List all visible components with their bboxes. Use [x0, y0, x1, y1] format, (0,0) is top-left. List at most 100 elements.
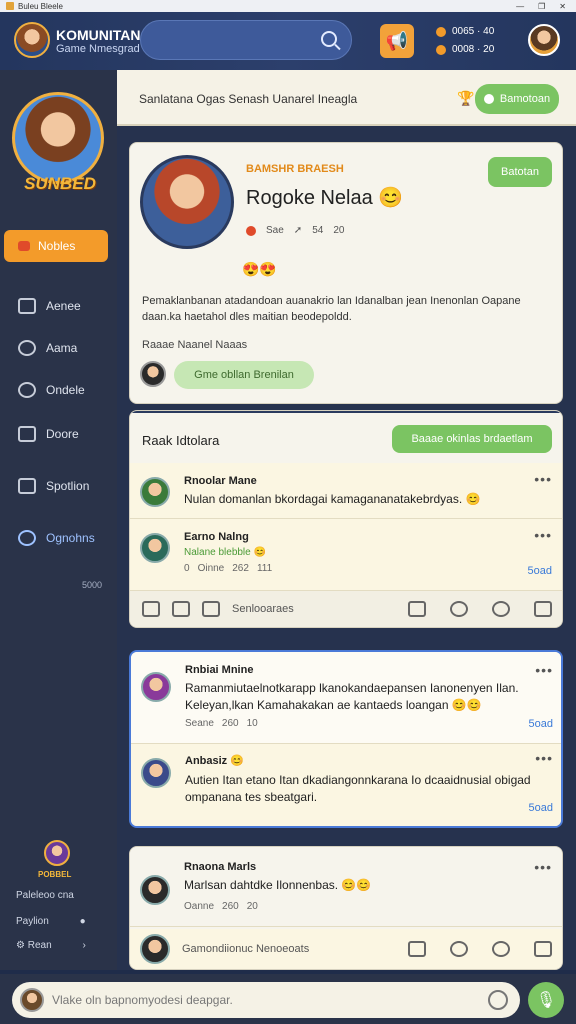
topbar: Sanlatana Ogas Senash Uanarel Ineagla 🏆 … [117, 70, 576, 126]
like-icon[interactable] [534, 601, 552, 617]
post-meta: 0 Oinne 262 111 [184, 563, 273, 574]
stat-row-2: 0008 · 20 [436, 44, 494, 55]
sidebar-item-active[interactable]: Nobles [4, 230, 108, 262]
feed-button[interactable]: Baaae okinlas brdaetlam [392, 425, 552, 453]
more-icon[interactable]: ••• [534, 859, 552, 875]
feed-card-2: Rnbiai Mnine Ramanmiutaelnotkarapp lkano… [129, 650, 563, 828]
sidebar-foot-item[interactable]: Paylion ● [16, 916, 86, 927]
chevron-right-icon: › [82, 940, 86, 951]
sidebar-item-label: Doore [46, 427, 79, 441]
app-icon [6, 2, 14, 10]
list-item[interactable]: Rnbiai Mnine Ramanmiutaelnotkarapp lkano… [131, 652, 561, 744]
user-icon [18, 340, 36, 356]
more-icon[interactable]: ••• [535, 662, 553, 678]
emoji-icon[interactable] [492, 601, 510, 617]
topbar-text: Sanlatana Ogas Senash Uanarel Ineagla [139, 92, 358, 106]
comment-input[interactable]: Gamondiionuc Nenoeoats [182, 943, 309, 955]
list-icon[interactable] [202, 601, 220, 617]
message-input[interactable]: Vlake oln bapnomyodesi deapgar. [12, 982, 520, 1018]
share-link[interactable]: 5oad [529, 718, 553, 730]
follow-button[interactable]: Batotan [488, 157, 552, 187]
sidebar-item-label: Ognohns [46, 531, 95, 545]
settings-icon [18, 530, 36, 546]
profile-bio: Pemaklanbanan atadandoan auanakrio lan I… [142, 295, 521, 323]
home-icon [18, 298, 36, 314]
list-item[interactable]: Rnoolar Mane Nulan domanlan bkordagai ka… [130, 463, 562, 519]
action-label[interactable]: Senlooaraes [232, 603, 294, 615]
search-icon[interactable] [321, 31, 337, 47]
coin-icon [436, 26, 446, 37]
like-icon[interactable] [534, 941, 552, 957]
logo-avatar[interactable] [14, 22, 50, 58]
search-input[interactable] [140, 20, 352, 60]
post-author: Anbasiz 😊 [185, 755, 244, 767]
profile-cta-button[interactable]: Gme obllan Brenilan [174, 361, 314, 389]
sidebar-avatar[interactable] [12, 92, 104, 184]
share-link[interactable]: 5oad [528, 565, 552, 577]
stat-row-1: 0065 · 40 [436, 26, 494, 37]
comment-avatar[interactable] [140, 934, 170, 964]
sidebar-foot-item[interactable]: ⚙ Rean › [16, 940, 86, 951]
status-icon [246, 225, 256, 236]
emoji-icon[interactable] [488, 990, 508, 1010]
profile-meta: Raaae Naanel Naaas [142, 339, 248, 351]
more-icon[interactable]: ••• [535, 750, 553, 766]
post-author: Rnbiai Mnine [185, 664, 254, 676]
maximize-button[interactable]: ❐ [538, 2, 545, 11]
bell-icon[interactable] [408, 601, 426, 617]
profile-tag: BAMSHR BRAESH [246, 163, 344, 175]
sidebar-item-shield[interactable]: Doore [18, 424, 114, 444]
list-item[interactable]: Rnaona Marls Marlsan dahtdke Ilonnenbas.… [130, 847, 562, 927]
share-link[interactable]: 5oad [529, 802, 553, 814]
minimize-button[interactable]: — [516, 2, 524, 11]
emoji-icon[interactable] [492, 941, 510, 957]
user-avatar[interactable] [528, 24, 560, 56]
post-avatar[interactable] [141, 672, 171, 702]
megaphone-icon: 📢 [385, 30, 409, 51]
sidebar-item-label: Ondele [46, 383, 85, 397]
badge-icon: 🏆 [457, 90, 475, 106]
profile-mini-avatar[interactable] [140, 361, 166, 387]
feed-card-3: Rnaona Marls Marlsan dahtdke Ilonnenbas.… [129, 846, 563, 970]
bell-icon[interactable] [408, 941, 426, 957]
topbar-button[interactable]: Bamotoan [475, 84, 559, 114]
post-avatar[interactable] [140, 477, 170, 507]
megaphone-button[interactable]: 📢 [380, 24, 414, 58]
heart-icon[interactable] [450, 941, 468, 957]
post-author: Earno Nalng [184, 531, 249, 543]
profile-stats: Sae ➚ 54 20 [246, 225, 344, 236]
composer-avatar [20, 988, 44, 1012]
brand-subtitle: Game Nmesgrad [56, 43, 140, 55]
sidebar-brand: SUNBED [24, 174, 96, 193]
sidebar-bottom-avatar[interactable] [44, 840, 70, 866]
list-item[interactable]: Anbasiz 😊 Autien Itan etano Itan dkadian… [131, 744, 561, 826]
window-title: Buleu Bleele [18, 1, 63, 11]
post-author: Rnaona Marls [184, 861, 257, 873]
more-icon[interactable]: ••• [534, 471, 552, 487]
comment-bar: Gamondiionuc Nenoeoats [130, 929, 562, 969]
profile-avatar[interactable] [140, 155, 234, 249]
sidebar-foot-item[interactable]: Paleleoo cna [16, 890, 74, 901]
list-item[interactable]: Earno Nalng Nalane blebble 😊 0 Oinne 262… [130, 519, 562, 591]
post-avatar[interactable] [141, 758, 171, 788]
sidebar-item-home[interactable]: Aenee [18, 296, 114, 316]
mic-button[interactable]: 🎙 [528, 982, 564, 1018]
sidebar-item-search[interactable]: Ondele [18, 380, 114, 400]
more-icon[interactable]: ••• [534, 527, 552, 543]
sidebar-item-options[interactable]: Ognohns [18, 528, 114, 548]
gift-icon[interactable] [172, 601, 190, 617]
shield-icon [18, 426, 36, 442]
post-avatar[interactable] [140, 533, 170, 563]
chart-icon[interactable] [142, 601, 160, 617]
sidebar-count: 5000 [82, 580, 103, 590]
sidebar-item-label: Aenee [46, 299, 81, 313]
sidebar-item-profile[interactable]: Aama [18, 338, 114, 358]
close-button[interactable]: ✕ [559, 2, 566, 11]
arrow-icon: ➚ [293, 225, 303, 236]
heart-icon[interactable] [450, 601, 468, 617]
main-content: Sanlatana Ogas Senash Uanarel Ineagla 🏆 … [117, 70, 576, 970]
post-avatar[interactable] [140, 875, 170, 905]
sidebar-item-spotlight[interactable]: Spotlion [18, 476, 114, 496]
sidebar-bottom-label: POBBEL [38, 870, 72, 879]
action-bar: Senlooaraes [130, 591, 562, 627]
